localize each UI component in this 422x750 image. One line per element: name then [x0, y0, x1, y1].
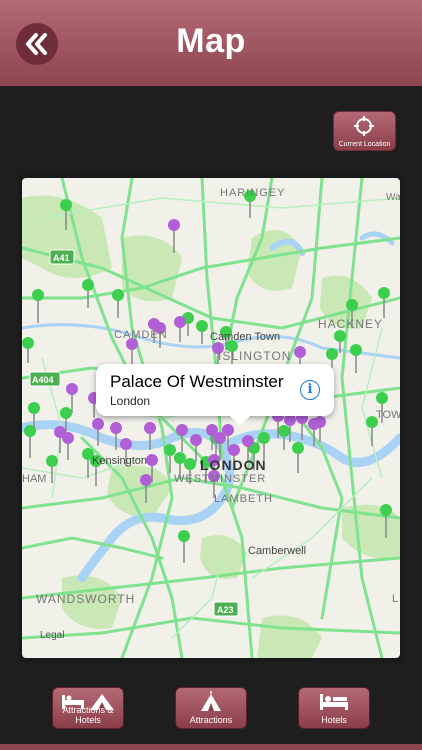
- bottom-strip: [0, 744, 422, 750]
- bed-icon: [320, 694, 348, 710]
- map-pin[interactable]: [62, 432, 74, 460]
- tent-icon: [201, 691, 221, 711]
- map-canvas: HARINGEY Wa A41 CAMDEN Camden Town HACKN…: [22, 178, 400, 658]
- map-label: WESTMINSTER: [174, 473, 266, 485]
- tab-label: Attractions: [189, 715, 233, 725]
- header-bar: Map: [0, 0, 422, 86]
- callout-pointer: [230, 416, 250, 426]
- map-label: Wa: [386, 192, 400, 203]
- map-view[interactable]: HARINGEY Wa A41 CAMDEN Camden Town HACKN…: [22, 178, 400, 658]
- map-label: WANDSWORTH: [36, 592, 135, 606]
- map-label: TOW: [376, 409, 400, 421]
- map-label: LONDON: [200, 457, 267, 473]
- map-label: Legal: [40, 630, 64, 641]
- callout-subtitle: London: [110, 394, 151, 408]
- map-pin[interactable]: [24, 425, 36, 458]
- map-pin[interactable]: [292, 442, 304, 473]
- map-pin[interactable]: [350, 344, 362, 373]
- map-label: Camden Town: [210, 331, 280, 343]
- tab-attractions-and-hotels[interactable]: Attractions & Hotels: [52, 687, 124, 729]
- tab-label: Attractions & Hotels: [62, 705, 114, 725]
- map-label: CAMDEN: [114, 329, 168, 341]
- tab-attractions[interactable]: Attractions: [175, 687, 247, 729]
- crosshair-icon: [354, 116, 374, 136]
- map-pin[interactable]: [82, 279, 94, 308]
- map-label: A404: [32, 375, 54, 385]
- map-label: A41: [53, 253, 70, 263]
- info-icon[interactable]: i: [300, 380, 320, 400]
- map-pin[interactable]: [196, 320, 208, 344]
- tab-label: Hotels: [321, 715, 347, 725]
- map-pin[interactable]: [174, 316, 186, 342]
- map-label: Kensington: [92, 455, 147, 467]
- map-label: LAMBETH: [214, 493, 273, 505]
- map-pin[interactable]: [178, 530, 190, 563]
- map-pin[interactable]: [258, 432, 270, 460]
- map-label: A23: [217, 605, 234, 615]
- map-callout[interactable]: Palace Of Westminster London i: [96, 364, 334, 426]
- map-label: L: [392, 593, 398, 605]
- map-pin[interactable]: [126, 338, 138, 364]
- map-pin[interactable]: [112, 289, 124, 318]
- current-location-button[interactable]: Current Location: [333, 111, 396, 151]
- map-label: HARINGEY: [220, 187, 285, 199]
- current-location-label: Current Location: [338, 141, 391, 148]
- tab-hotels[interactable]: Hotels: [298, 687, 370, 729]
- callout-title: Palace Of Westminster: [110, 372, 284, 391]
- map-pin[interactable]: [32, 289, 44, 323]
- map-label: HACKNEY: [318, 317, 383, 331]
- page-title: Map: [176, 22, 246, 60]
- map-label: ISLINGTON: [218, 349, 291, 363]
- map-label: Camberwell: [248, 545, 306, 557]
- map-pin[interactable]: [22, 337, 34, 363]
- map-label: HAM: [22, 473, 46, 485]
